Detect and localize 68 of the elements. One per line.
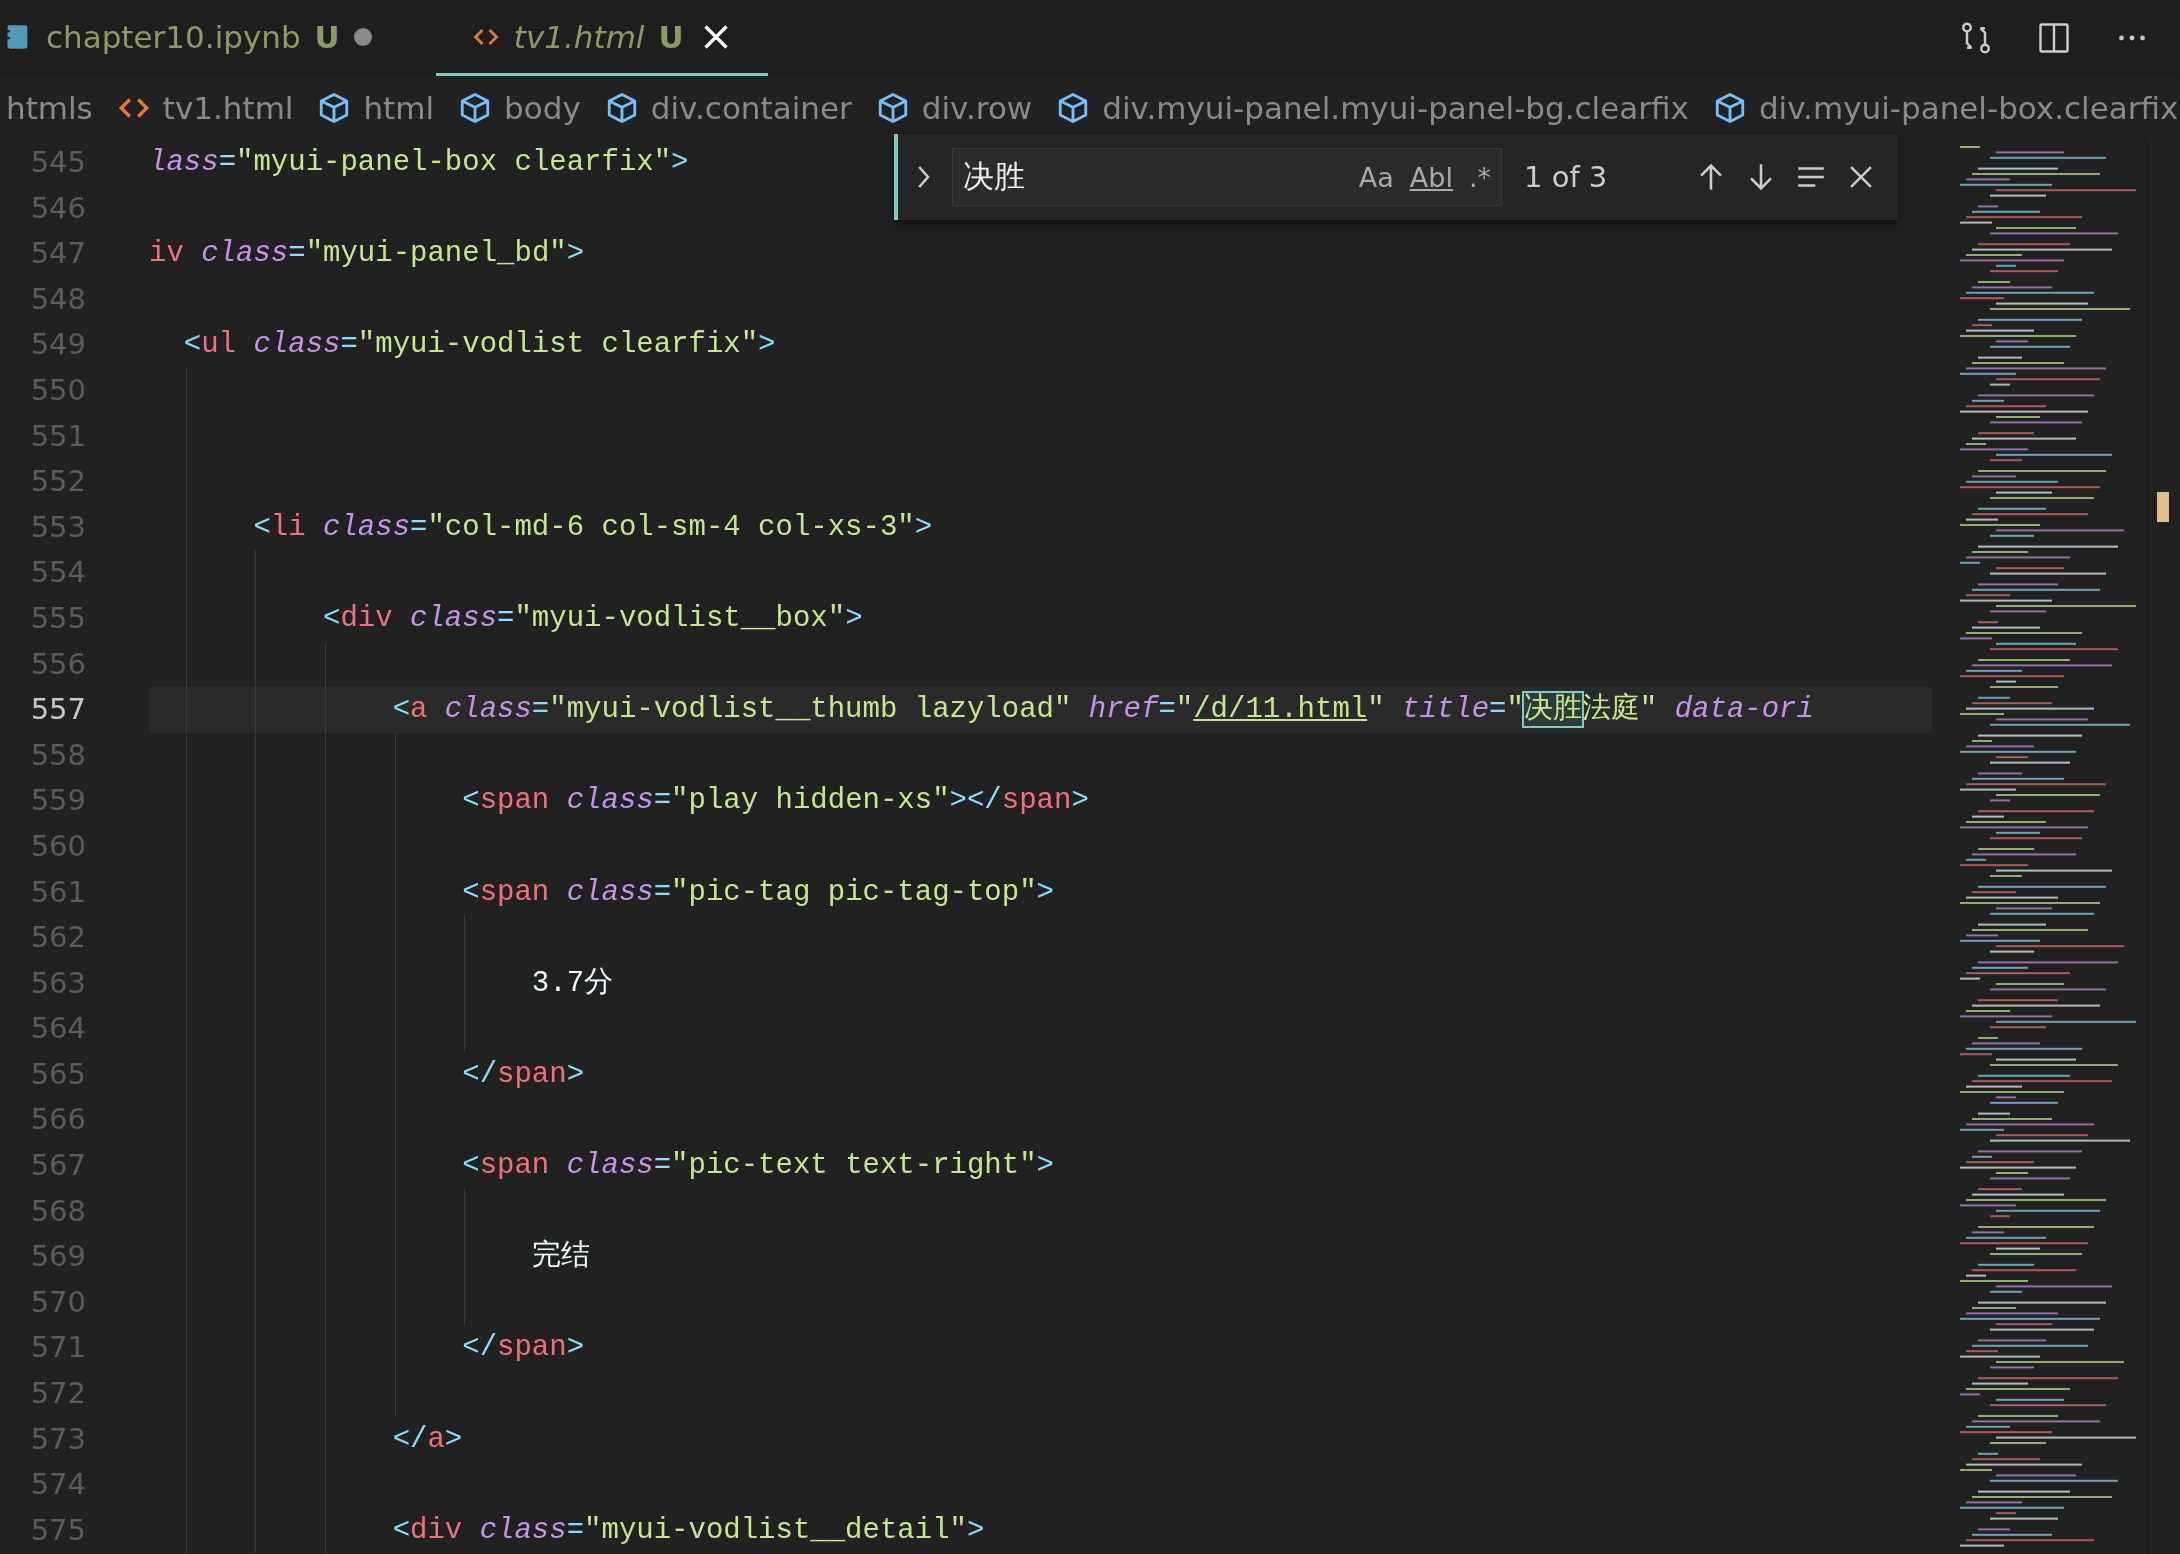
- code-line: iv class="myui-panel_bd">: [149, 236, 585, 273]
- code-line: <span class="pic-text text-right">: [462, 1148, 1054, 1185]
- breadcrumb[interactable]: div.myui-panel-box.clearfix: [1712, 90, 2179, 126]
- line-number: 561: [29, 873, 87, 911]
- find-input[interactable]: 决胜 Aa Abl .*: [952, 148, 1502, 206]
- code-line: 完结: [531, 1238, 590, 1276]
- line-number: 557: [29, 691, 87, 729]
- line-number: 548: [29, 280, 87, 318]
- scrollbar-marker: [2157, 492, 2169, 522]
- code-line: 3.7分: [531, 965, 614, 1002]
- line-number: 571: [29, 1329, 87, 1367]
- line-number: 553: [29, 508, 87, 546]
- git-status: U: [314, 18, 340, 55]
- code-line: <div class="myui-vodlist__box">: [323, 600, 863, 637]
- code-line: <span class="pic-tag pic-tag-top">: [462, 874, 1054, 911]
- breadcrumb[interactable]: div.container: [604, 90, 852, 126]
- line-number: 566: [29, 1101, 87, 1139]
- line-number: 563: [29, 964, 87, 1002]
- line-number: 554: [29, 554, 87, 592]
- line-number: 575: [29, 1511, 87, 1549]
- line-number: 568: [29, 1192, 87, 1230]
- git-status: U: [658, 18, 684, 55]
- line-number: 549: [29, 326, 87, 364]
- line-number: 547: [29, 235, 87, 273]
- line-number: 559: [29, 782, 87, 820]
- tab-label: chapter10.ipynb: [46, 18, 301, 55]
- line-number: 545: [29, 144, 87, 181]
- tab-label: tv1.html: [513, 18, 645, 55]
- breadcrumb[interactable]: html: [317, 90, 435, 126]
- line-number: 572: [29, 1375, 87, 1413]
- breadcrumb[interactable]: div.myui-panel.myui-panel-bg.clearfix: [1056, 90, 1689, 126]
- breadcrumb[interactable]: tv1.html: [116, 90, 294, 126]
- find-option[interactable]: .*: [1468, 161, 1491, 193]
- line-number: 546: [29, 189, 87, 227]
- line-number: 550: [29, 371, 87, 409]
- code-line: </span>: [462, 1330, 585, 1367]
- line-number: 565: [29, 1055, 87, 1093]
- split-editor-icon[interactable]: [2036, 20, 2072, 56]
- code-line: <li class="col-md-6 col-sm-4 col-xs-3">: [253, 509, 933, 546]
- line-number: 551: [29, 417, 87, 455]
- code-line: <ul class="myui-vodlist clearfix">: [183, 327, 776, 364]
- find-option[interactable]: Abl: [1409, 161, 1453, 193]
- code-line: <div class="myui-vodlist__detail">: [392, 1512, 985, 1549]
- line-number: 573: [29, 1420, 87, 1458]
- code-line: <a class="myui-vodlist__thumb lazyload" href="/d/11.html" title="决胜法庭" data-ori: [392, 691, 1814, 729]
- line-number: 562: [29, 919, 87, 957]
- match-count: 1 of 3: [1523, 160, 1609, 194]
- editor-tab[interactable]: tv1.html U: [435, 0, 768, 76]
- line-number: 555: [29, 599, 87, 637]
- breadcrumb[interactable]: body: [458, 90, 581, 126]
- code-line: </a>: [392, 1421, 463, 1458]
- line-number: 564: [29, 1010, 87, 1048]
- line-number: 569: [29, 1238, 87, 1276]
- line-number: 570: [29, 1283, 87, 1321]
- code-line: lass="myui-panel-box clearfix">: [149, 145, 689, 181]
- line-number: 567: [29, 1147, 87, 1185]
- line-number: 574: [29, 1466, 87, 1504]
- editor-tab[interactable]: chapter10.ipynb U: [0, 0, 406, 76]
- line-number: 560: [29, 827, 87, 865]
- find-option[interactable]: Aa: [1358, 161, 1394, 193]
- breadcrumb[interactable]: htmls: [6, 90, 93, 126]
- line-number: 558: [29, 736, 87, 774]
- breadcrumb[interactable]: div.row: [875, 90, 1033, 126]
- line-number: 552: [29, 463, 87, 501]
- unsaved-dot: [353, 27, 372, 46]
- code-line: <span class="play hidden-xs"></span>: [462, 783, 1089, 820]
- line-number: 556: [29, 645, 87, 683]
- code-line: </span>: [462, 1056, 585, 1093]
